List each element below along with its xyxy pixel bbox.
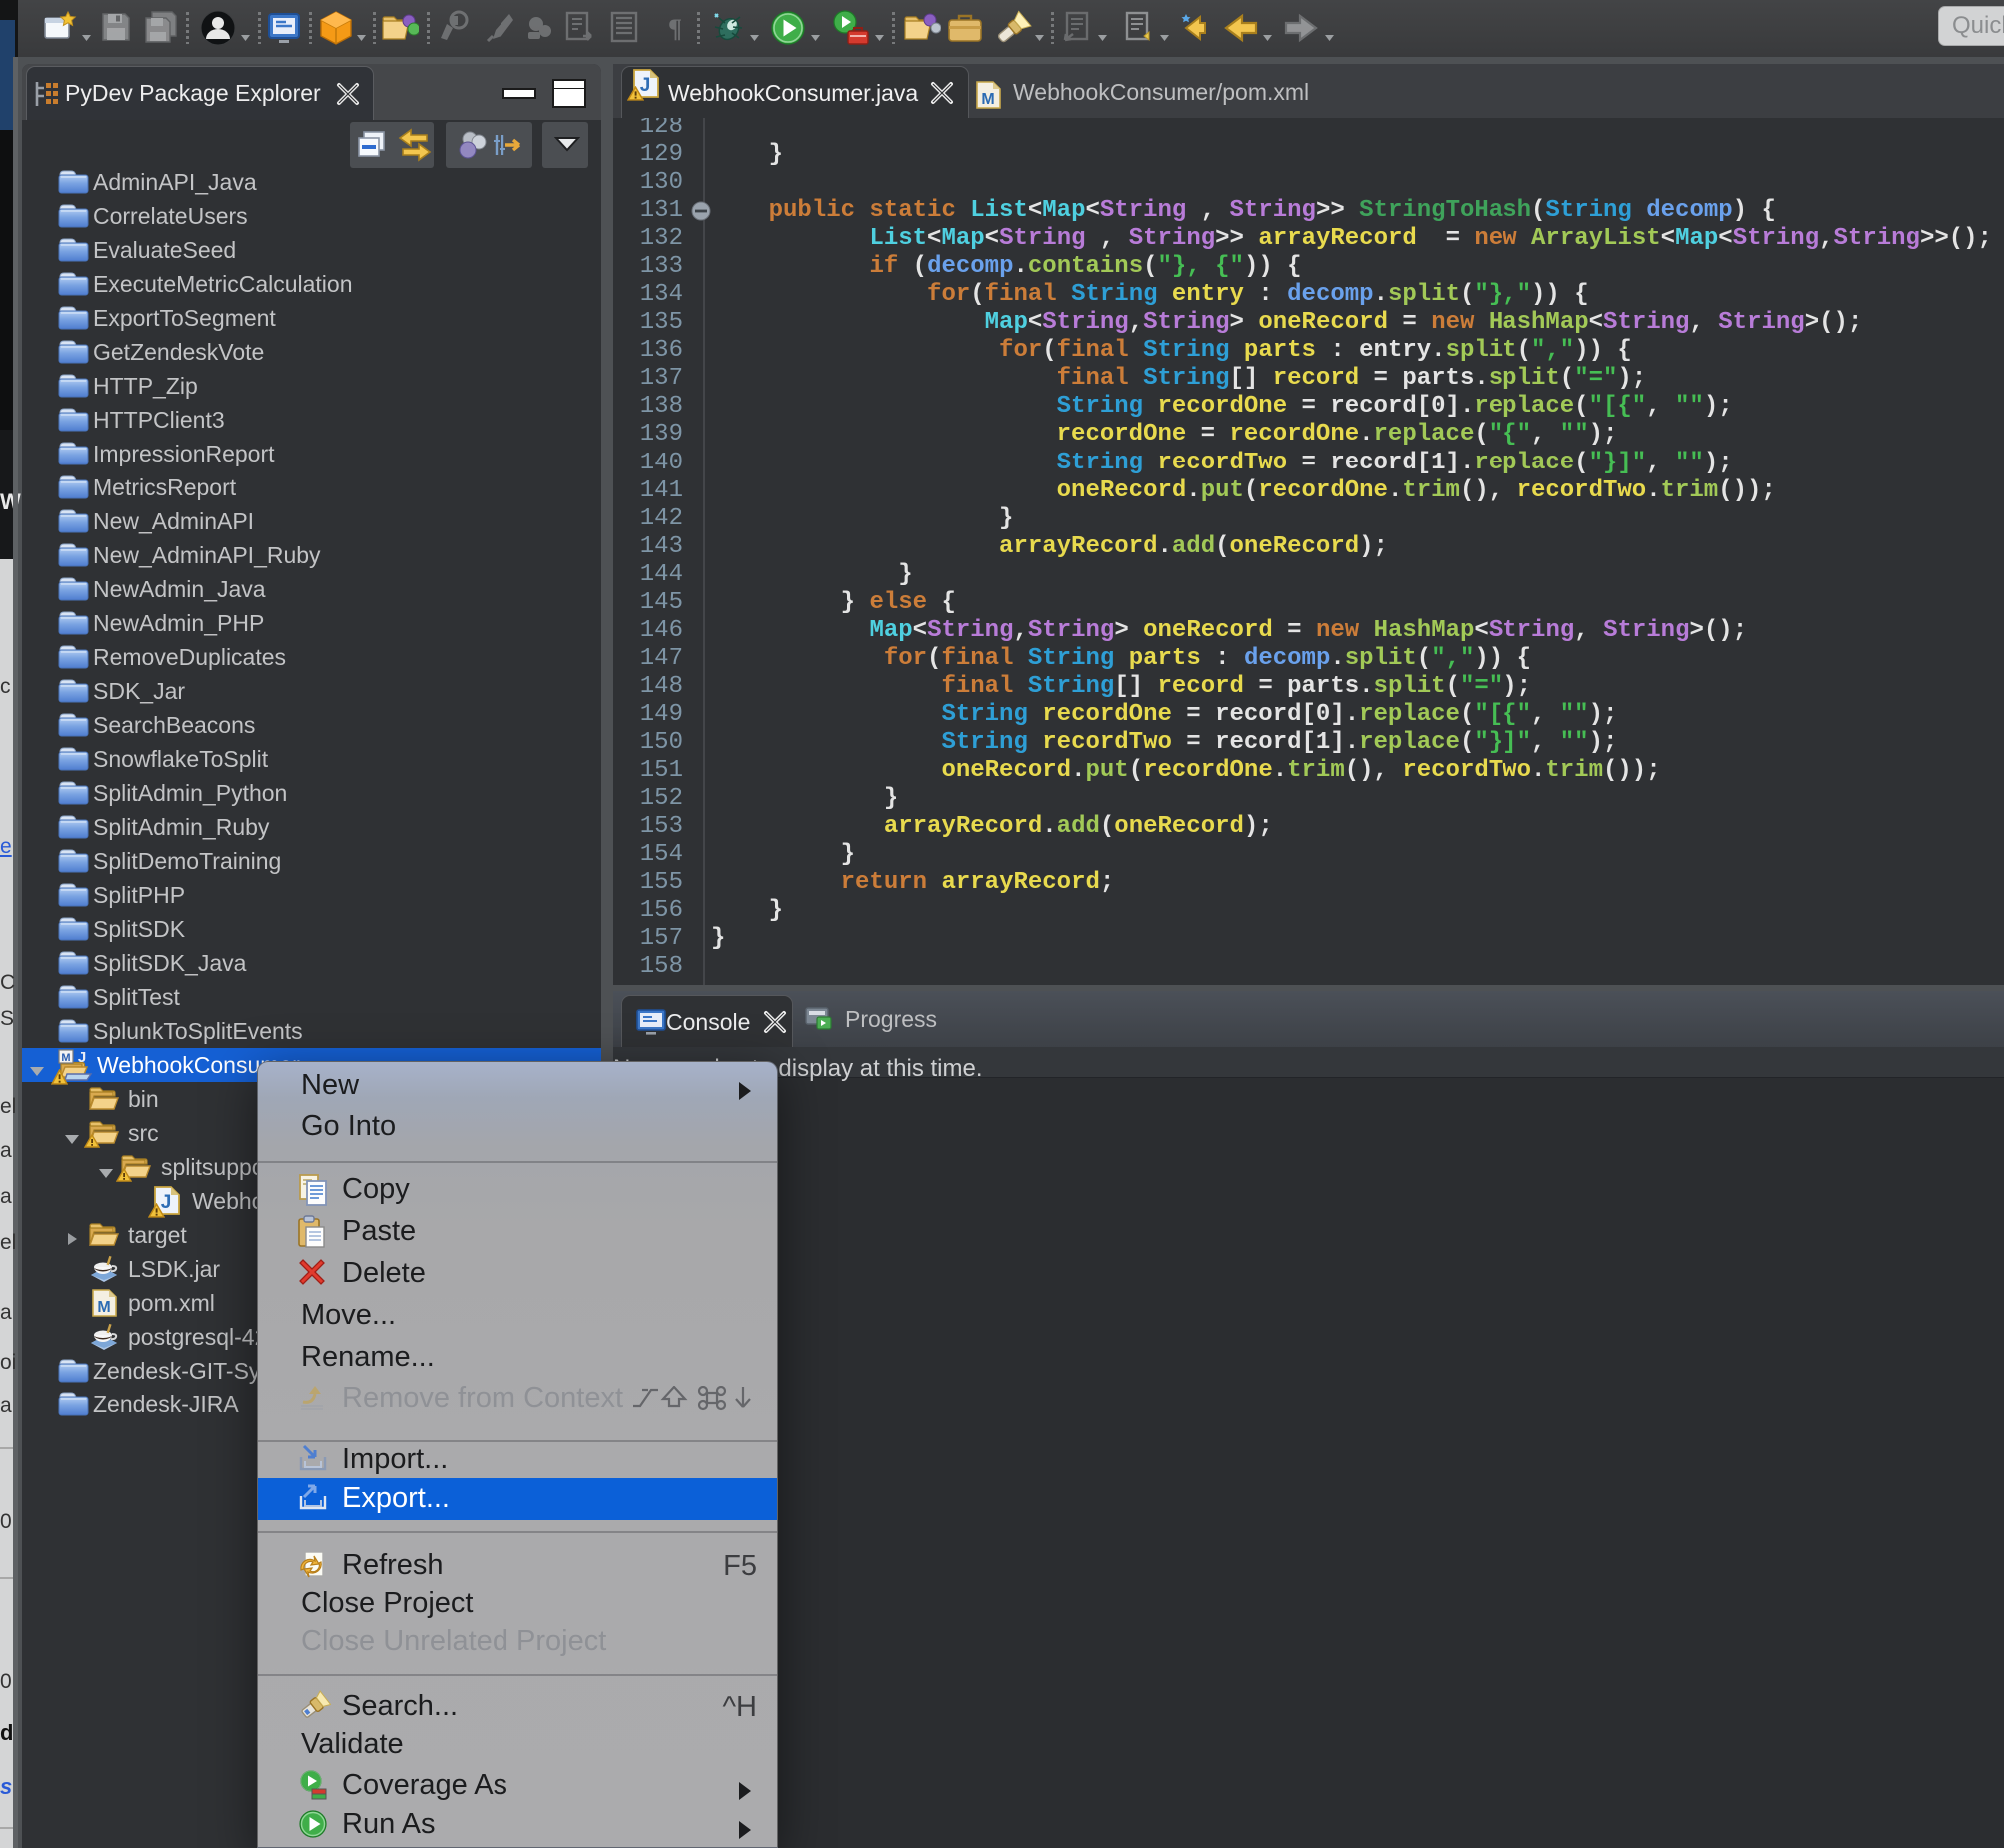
svg-text:¶: ¶	[668, 14, 682, 43]
svg-text:J: J	[78, 1049, 86, 1066]
svg-text:M: M	[61, 1052, 70, 1064]
svg-text:M: M	[97, 1299, 110, 1316]
svg-text:M: M	[981, 91, 994, 108]
